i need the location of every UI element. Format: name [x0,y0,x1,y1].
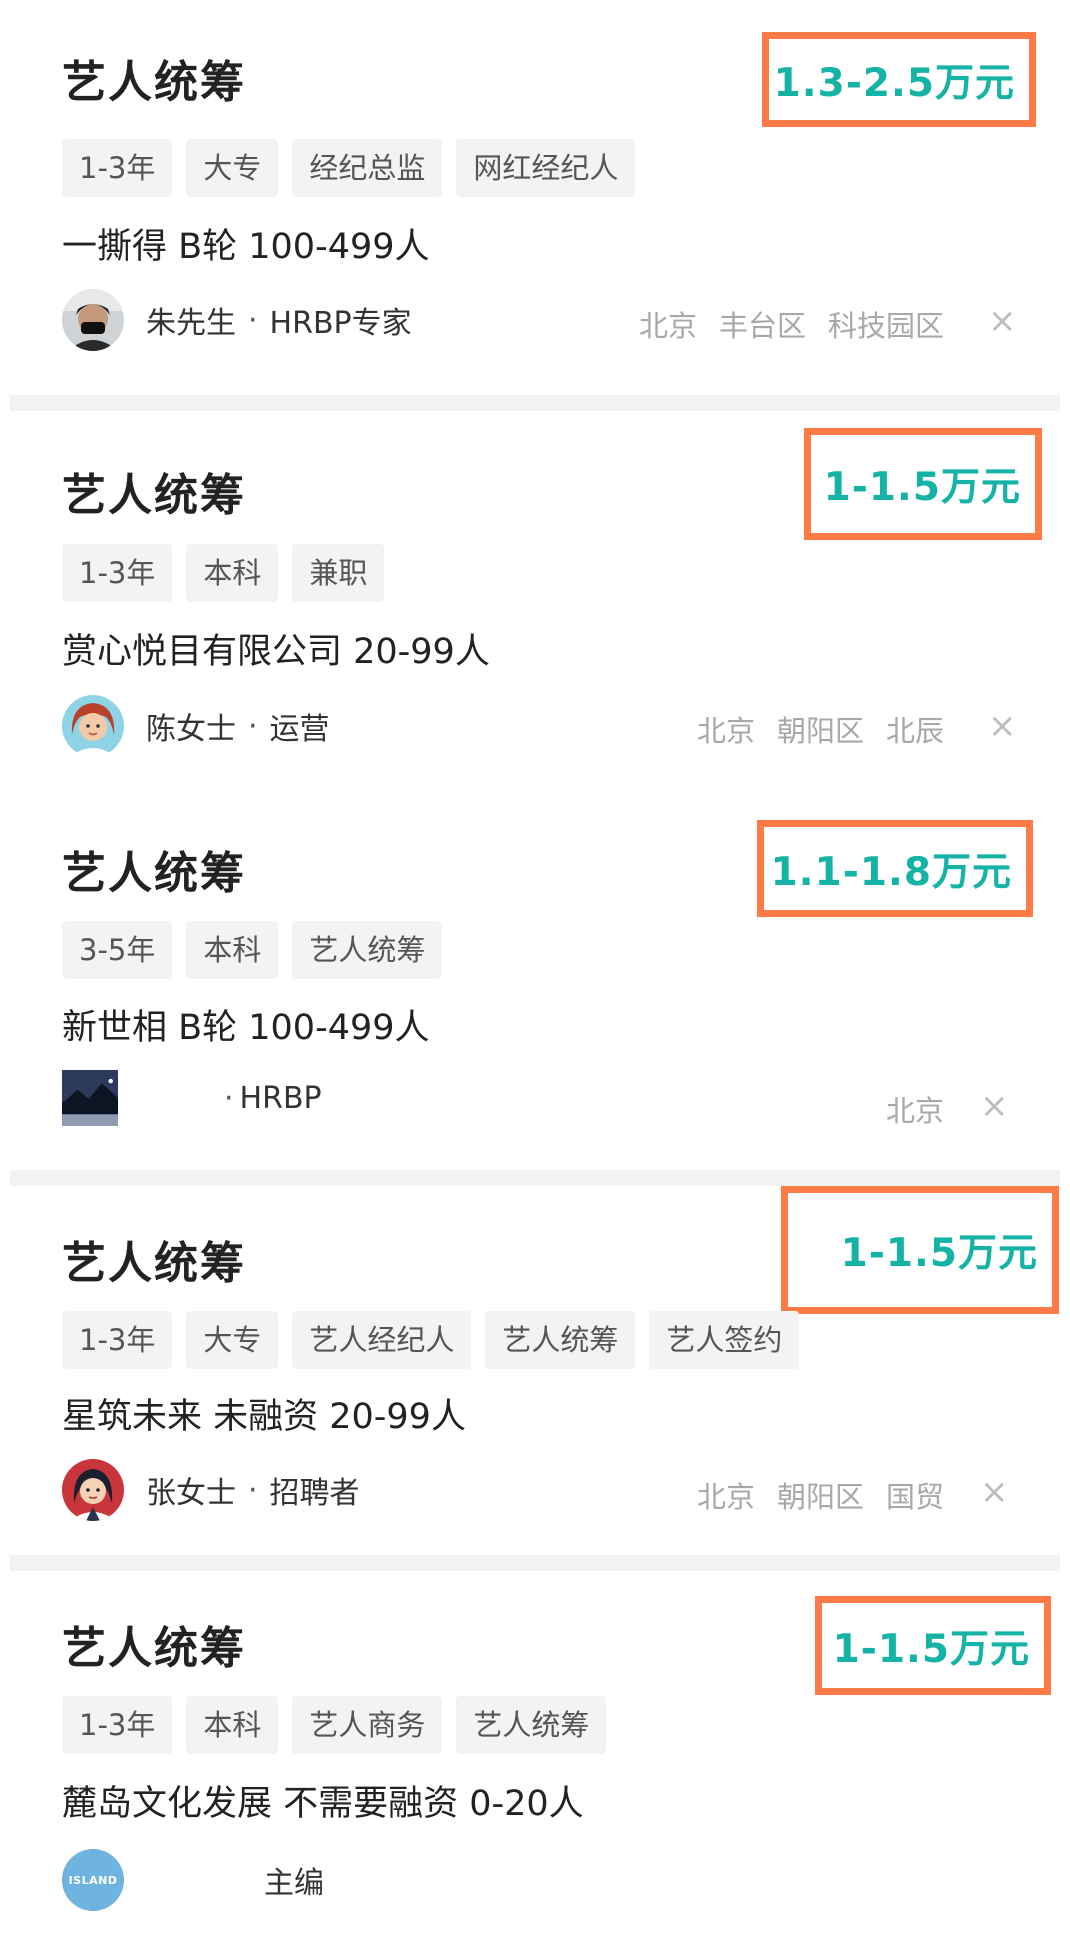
close-icon[interactable]: × [980,1475,1009,1509]
recruiter: 朱先生 · HRBP专家 [62,289,412,351]
tag: 1-3年 [62,1311,173,1369]
job-title: 艺人统筹 [62,57,246,108]
avatar [62,1459,124,1521]
separator-dot: · [248,1472,258,1508]
tag: 兼职 [292,544,385,602]
tag: 网红经纪人 [456,139,636,197]
tag: 本科 [186,921,279,979]
job-title: 艺人统筹 [62,1238,246,1289]
tag-list: 1-3年 大专 经纪总监 网红经纪人 [62,139,636,197]
close-icon[interactable]: × [980,1089,1009,1123]
tag: 艺人统筹 [485,1311,636,1369]
recruiter: · HRBP [62,1070,322,1126]
avatar [62,695,124,757]
tag: 1-3年 [62,544,173,602]
separator-dot: · [248,302,258,338]
location: 北京 朝阳区 北辰 [697,708,944,750]
recruiter-name: 陈女士 [146,712,236,747]
company-info: 一撕得 B轮 100-499人 [62,227,430,267]
tag-list: 1-3年 本科 艺人商务 艺人统筹 [62,1696,607,1754]
tag: 本科 [186,1696,279,1754]
recruiter-name: 朱先生 [146,306,236,341]
job-card[interactable]: 艺人统筹 1-1.5万元 1-3年 本科 兼职 赏心悦目有限公司 20-99人 [0,411,1070,793]
card-divider [10,1555,1060,1571]
salary: 1.3-2.5万元 [773,60,1015,106]
salary-highlight-box: 1.1-1.8万元 [757,820,1033,917]
tag: 本科 [186,544,279,602]
location-area: 国贸 [885,1480,944,1514]
recruiter-role: HRBP [239,1080,322,1116]
job-title: 艺人统筹 [62,470,246,521]
salary: 1-1.5万元 [832,1626,1030,1672]
tag: 大专 [186,139,279,197]
job-list-page: 艺人统筹 1.3-2.5万元 1-3年 大专 经纪总监 网红经纪人 一撕得 B轮… [0,0,1070,1958]
job-title: 艺人统筹 [62,848,246,899]
job-card[interactable]: 艺人统筹 1.1-1.8万元 3-5年 本科 艺人统筹 新世相 B轮 100-4… [0,793,1070,1170]
company-info: 赏心悦目有限公司 20-99人 [62,632,490,672]
separator-dot: · [248,708,258,744]
salary-highlight-box: 1-1.5万元 [781,1186,1059,1314]
location-district: 丰台区 [718,309,806,343]
tag: 艺人统筹 [456,1696,607,1754]
tag: 3-5年 [62,921,173,979]
recruiter-role: 主编 [264,1866,324,1901]
salary-highlight-box: 1-1.5万元 [804,428,1042,540]
tag-list: 1-3年 本科 兼职 [62,544,385,602]
location-city: 北京 [696,1480,755,1514]
card-divider [10,395,1060,411]
job-card[interactable]: 艺人统筹 1-1.5万元 1-3年 本科 艺人商务 艺人统筹 麓岛文化发展 不需… [0,1571,1070,1958]
job-title: 艺人统筹 [62,1623,246,1674]
close-icon[interactable]: × [988,304,1017,338]
avatar [62,289,124,351]
recruiter: 陈女士 · 运营 [62,695,330,757]
tag: 经纪总监 [292,139,443,197]
tag: 艺人统筹 [292,921,443,979]
location-district: 朝阳区 [776,1480,864,1514]
tag-list: 1-3年 大专 艺人经纪人 艺人统筹 艺人签约 [62,1311,800,1369]
salary: 1.1-1.8万元 [770,849,1012,895]
location-area: 北辰 [885,714,944,748]
avatar-logo-text: ISLAND [68,1873,118,1887]
salary-highlight-box: 1-1.5万元 [815,1596,1051,1695]
card-divider [10,1170,1060,1186]
location-area: 科技园区 [827,309,944,343]
tag: 艺人经纪人 [292,1311,472,1369]
recruiter-name: 张女士 [146,1476,236,1511]
recruiter-role: 招聘者 [269,1476,360,1511]
job-card[interactable]: 艺人统筹 1.3-2.5万元 1-3年 大专 经纪总监 网红经纪人 一撕得 B轮… [0,0,1070,395]
recruiter-role: HRBP专家 [269,306,412,341]
tag: 大专 [186,1311,279,1369]
salary-highlight-box: 1.3-2.5万元 [762,32,1036,127]
location-city: 北京 [696,714,755,748]
location-district: 朝阳区 [776,714,864,748]
location: 北京 丰台区 科技园区 [639,303,944,345]
tag-list: 3-5年 本科 艺人统筹 [62,921,443,979]
tag: 艺人商务 [292,1696,443,1754]
recruiter: 张女士 · 招聘者 [62,1459,360,1521]
salary: 1-1.5万元 [823,465,1021,510]
location-city: 北京 [638,309,697,343]
job-card[interactable]: 艺人统筹 1-1.5万元 1-3年 大专 艺人经纪人 艺人统筹 艺人签约 星筑未… [0,1186,1070,1555]
tag: 艺人签约 [649,1311,800,1369]
location: 北京 朝阳区 国贸 [697,1474,944,1516]
location: 北京 [886,1088,944,1130]
recruiter-role: 运营 [269,712,330,747]
company-info: 新世相 B轮 100-499人 [62,1008,430,1048]
tag: 1-3年 [62,139,173,197]
recruiter: ISLAND 主编 [62,1849,324,1911]
avatar [62,1070,118,1126]
avatar: ISLAND [62,1849,124,1911]
company-info: 麓岛文化发展 不需要融资 0-20人 [62,1784,584,1824]
separator-dot: · [224,1080,234,1116]
close-icon[interactable]: × [988,709,1017,743]
salary: 1-1.5万元 [840,1231,1038,1276]
tag: 1-3年 [62,1696,173,1754]
location-city: 北京 [885,1094,944,1128]
company-info: 星筑未来 未融资 20-99人 [62,1397,466,1437]
